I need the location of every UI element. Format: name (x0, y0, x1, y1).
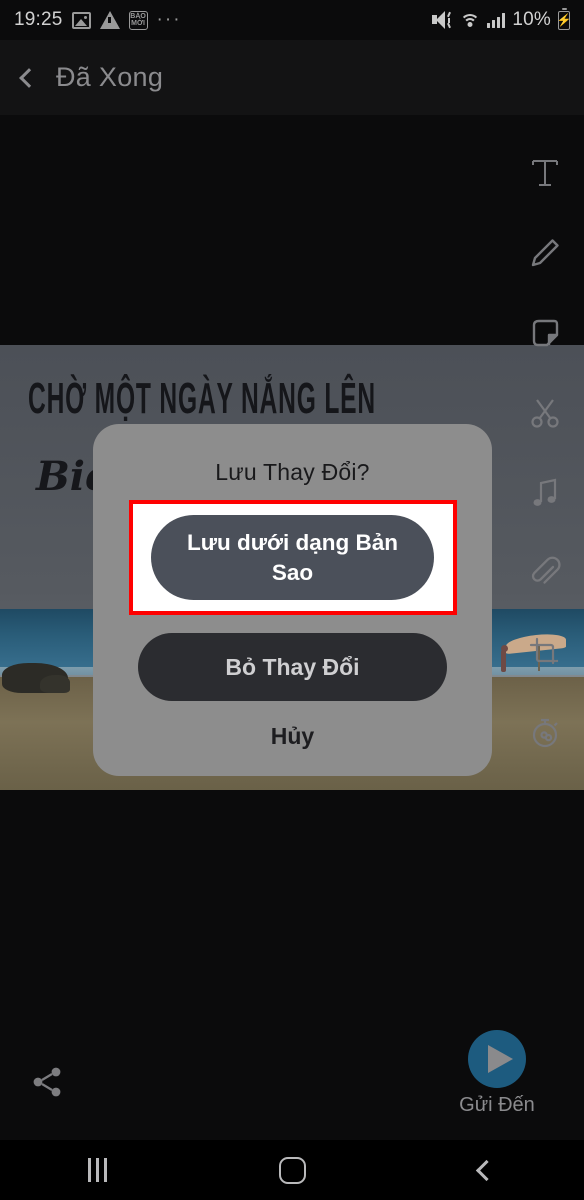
nav-home-button[interactable] (195, 1140, 390, 1200)
cut-tool[interactable] (505, 373, 584, 453)
save-changes-dialog: Lưu Thay Đổi? Lưu dưới dạng Bản Sao Bỏ T… (93, 424, 492, 776)
charging-bolt-glyph: ⚡ (556, 13, 572, 27)
battery-percent: 10% (512, 9, 551, 30)
mute-icon (432, 11, 452, 29)
bottom-bar: Gửi Đến (0, 1030, 584, 1140)
dialog-title: Lưu Thay Đổi? (215, 459, 370, 485)
more-dots-icon: ··· (156, 9, 182, 30)
baomoi-line2: MỚI (131, 20, 145, 27)
timer-tool[interactable] (505, 693, 584, 773)
send-button[interactable] (468, 1030, 526, 1088)
nav-recents-button[interactable] (0, 1140, 195, 1200)
discard-changes-button[interactable]: Bỏ Thay Đổi (138, 633, 447, 701)
save-copy-highlight: Lưu dưới dạng Bản Sao (128, 500, 457, 615)
app-bar: Đã Xong (0, 40, 584, 115)
back-icon (476, 1159, 498, 1181)
status-bar-left: 19:25 BÁO MỚI ··· (14, 9, 182, 31)
home-icon (278, 1156, 306, 1184)
send-to-group[interactable]: Gửi Đến (432, 1030, 562, 1117)
send-label: Gửi Đến (459, 1094, 535, 1116)
battery-charging-icon: ⚡ (556, 8, 572, 30)
cancel-button[interactable]: Hủy (271, 723, 314, 750)
recents-icon (87, 1158, 107, 1182)
baomoi-app-icon: BÁO MỚI (128, 10, 148, 30)
wifi-icon (459, 12, 480, 28)
system-nav-bar (0, 1140, 584, 1200)
baomoi-line1: BÁO (130, 12, 146, 20)
page-title[interactable]: Đã Xong (56, 62, 163, 93)
text-tool[interactable] (505, 133, 584, 213)
nav-back-button[interactable] (389, 1140, 584, 1200)
tool-rail (505, 115, 584, 1030)
warning-icon (99, 11, 120, 29)
share-button[interactable] (26, 1060, 70, 1104)
photo-rock-small (40, 675, 70, 693)
draw-tool[interactable] (505, 213, 584, 293)
photo-icon (71, 11, 91, 29)
back-chevron-icon[interactable] (19, 67, 39, 88)
signal-icon (487, 12, 506, 28)
save-as-copy-button[interactable]: Lưu dưới dạng Bản Sao (151, 515, 434, 600)
crop-tool[interactable] (505, 613, 584, 693)
photo-headline-text: CHỜ MỘT NGÀY NẮNG LÊN (28, 375, 376, 424)
attach-tool[interactable] (505, 533, 584, 613)
status-bar-right: 10% ⚡ (432, 8, 572, 31)
status-time: 19:25 (14, 9, 63, 30)
music-tool[interactable] (505, 453, 584, 533)
send-triangle-icon (487, 1045, 513, 1073)
sticker-tool[interactable] (505, 293, 584, 373)
status-bar: 19:25 BÁO MỚI ··· 10% ⚡ (0, 0, 584, 40)
